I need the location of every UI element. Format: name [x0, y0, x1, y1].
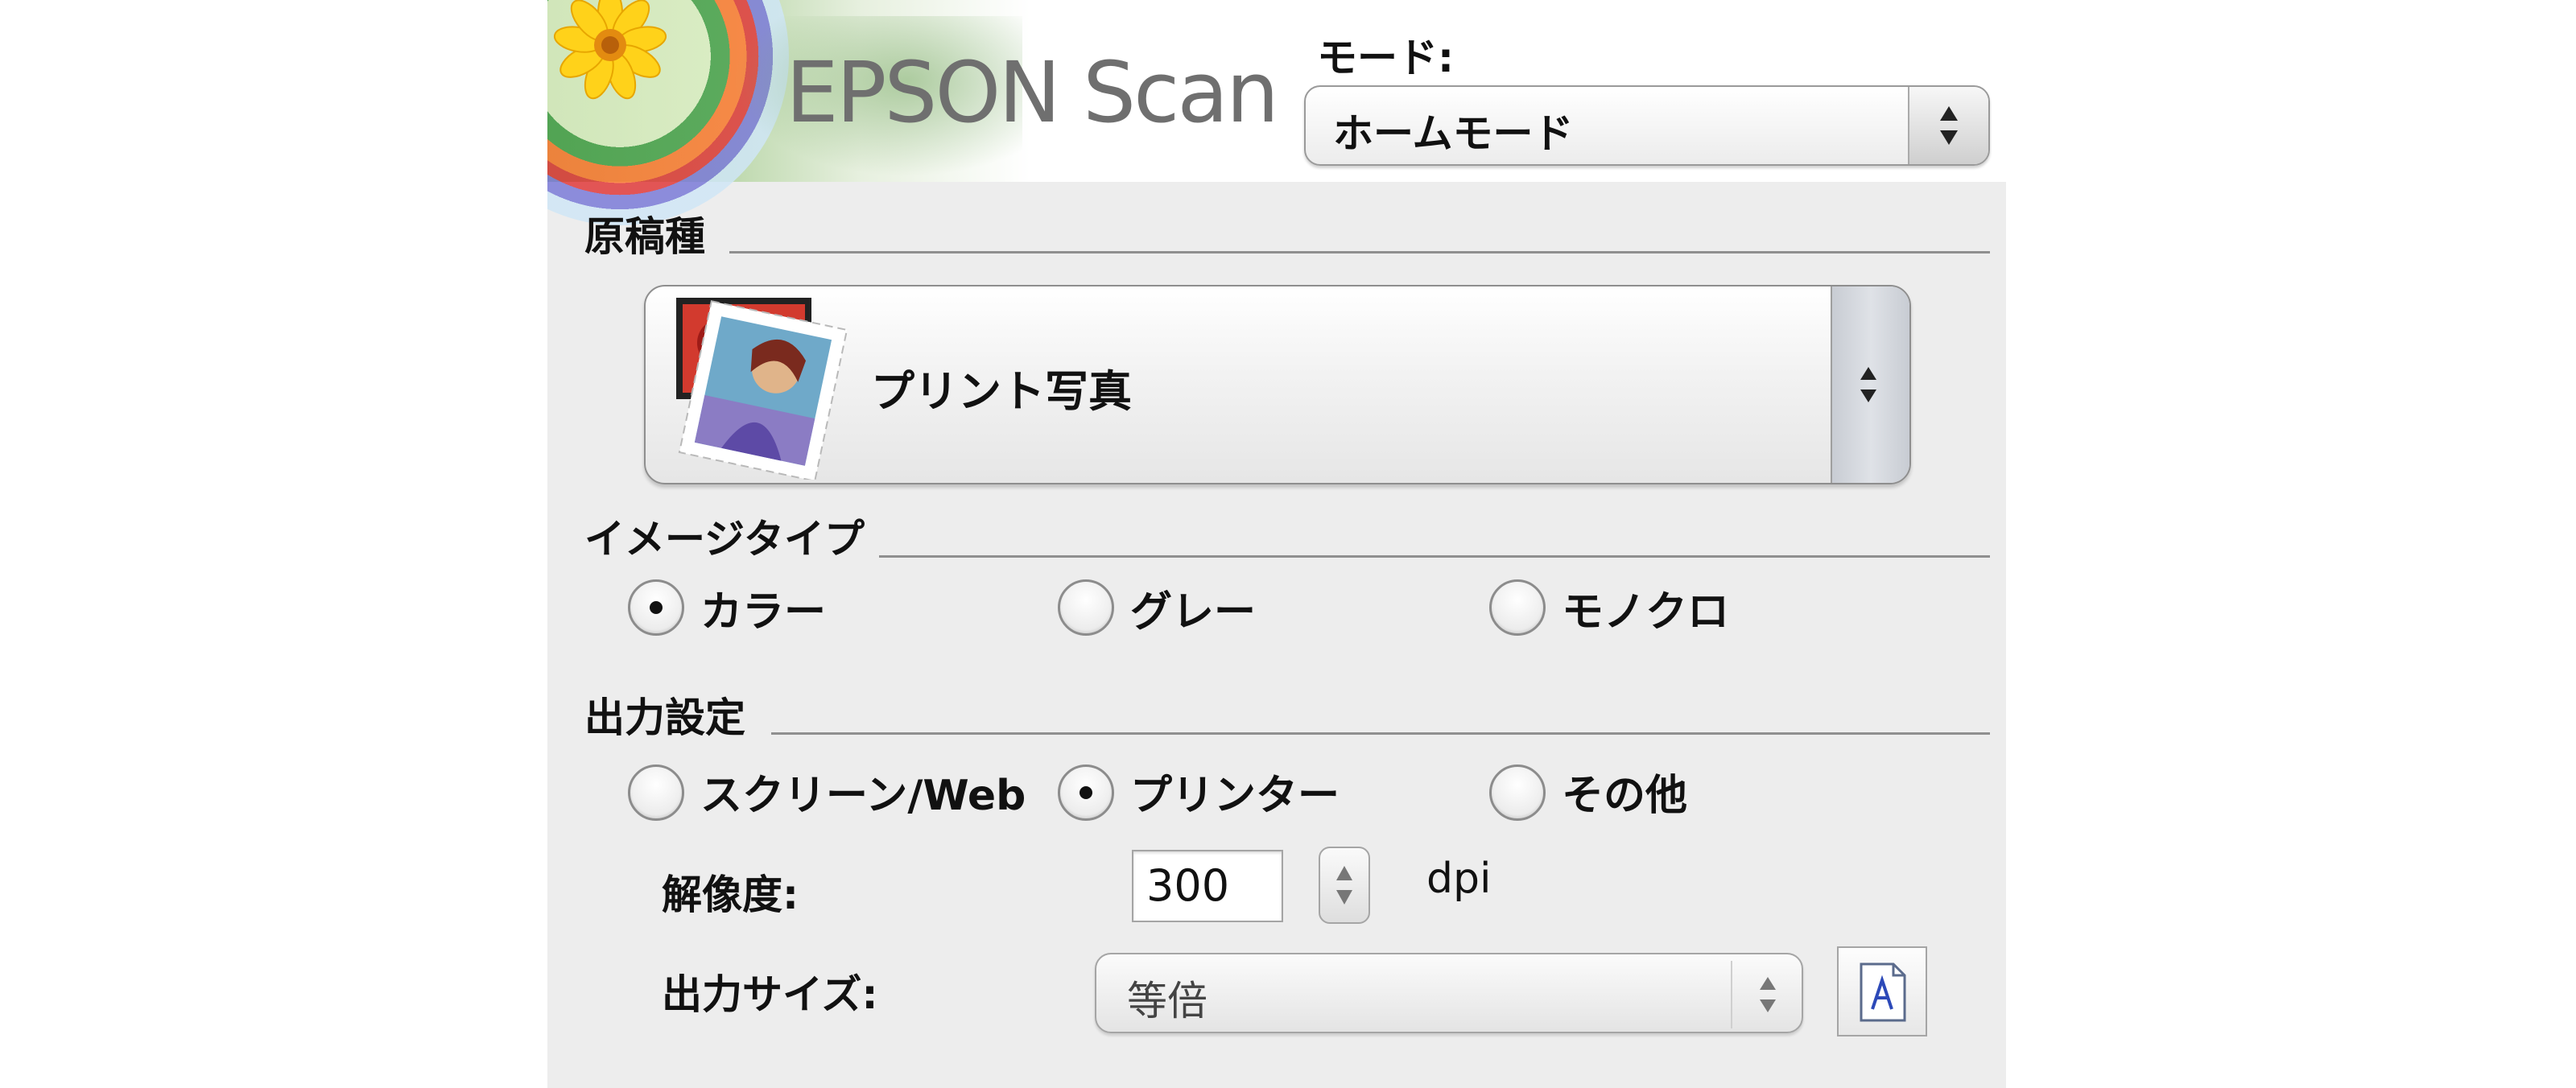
output-size-select-divider [1731, 961, 1732, 1028]
output-settings-divider [771, 732, 1990, 735]
up-down-arrows-icon [1940, 106, 1958, 145]
scan-settings-panel: EPSON Scan モード: ホームモード 原稿種 プリント写真 イメージタイ… [547, 0, 2006, 1088]
output-size-select[interactable]: 等倍 [1095, 953, 1803, 1033]
radio-printer-label[interactable]: プリンター [1130, 761, 1340, 822]
output-size-label: 出力サイズ: [662, 971, 878, 1018]
document-type-arrows[interactable] [1831, 286, 1909, 483]
up-down-arrows-icon [1336, 866, 1352, 905]
radio-color[interactable] [628, 579, 684, 636]
resolution-label: 解像度: [662, 872, 799, 918]
document-type-select[interactable]: プリント写真 [644, 285, 1911, 484]
mode-select[interactable]: ホームモード [1304, 85, 1990, 166]
output-size-settings-button[interactable] [1837, 946, 1927, 1036]
radio-other[interactable] [1489, 764, 1546, 821]
radio-mono[interactable] [1489, 579, 1546, 636]
up-down-arrows-icon [1860, 367, 1876, 402]
document-icon [1860, 962, 1906, 1022]
flower-icon [553, 0, 667, 100]
mode-label: モード: [1317, 35, 1454, 81]
radio-color-label[interactable]: カラー [700, 578, 826, 638]
output-settings-title: 出力設定 [584, 694, 745, 741]
header: EPSON Scan モード: ホームモード [547, 0, 2006, 225]
resolution-unit: dpi [1426, 855, 1492, 903]
radio-screen-web[interactable] [628, 764, 684, 821]
document-type-value: プリント写真 [871, 366, 1132, 417]
up-down-arrows-icon [1760, 977, 1776, 1012]
app-title: EPSON Scan [786, 43, 1279, 142]
radio-mono-label[interactable]: モノクロ [1562, 578, 1729, 638]
mode-select-value: ホームモード [1333, 110, 1574, 157]
document-type-divider [729, 251, 1990, 253]
radio-printer[interactable] [1058, 764, 1114, 821]
banner-image: EPSON Scan [547, 0, 1279, 225]
radio-other-label[interactable]: その他 [1562, 761, 1687, 822]
mode-select-arrows[interactable] [1908, 87, 1988, 164]
resolution-input[interactable]: 300 [1132, 850, 1283, 922]
output-size-value: 等倍 [1127, 978, 1208, 1024]
resolution-stepper[interactable] [1319, 847, 1370, 924]
radio-gray-label[interactable]: グレー [1130, 578, 1256, 638]
image-type-divider [879, 555, 1990, 558]
radio-screen-web-label[interactable]: スクリーン/Web [700, 761, 1026, 822]
document-type-title: 原稿種 [584, 213, 705, 260]
radio-gray[interactable] [1058, 579, 1114, 636]
print-photo-icon [676, 298, 848, 480]
image-type-title: イメージタイプ [584, 516, 865, 563]
